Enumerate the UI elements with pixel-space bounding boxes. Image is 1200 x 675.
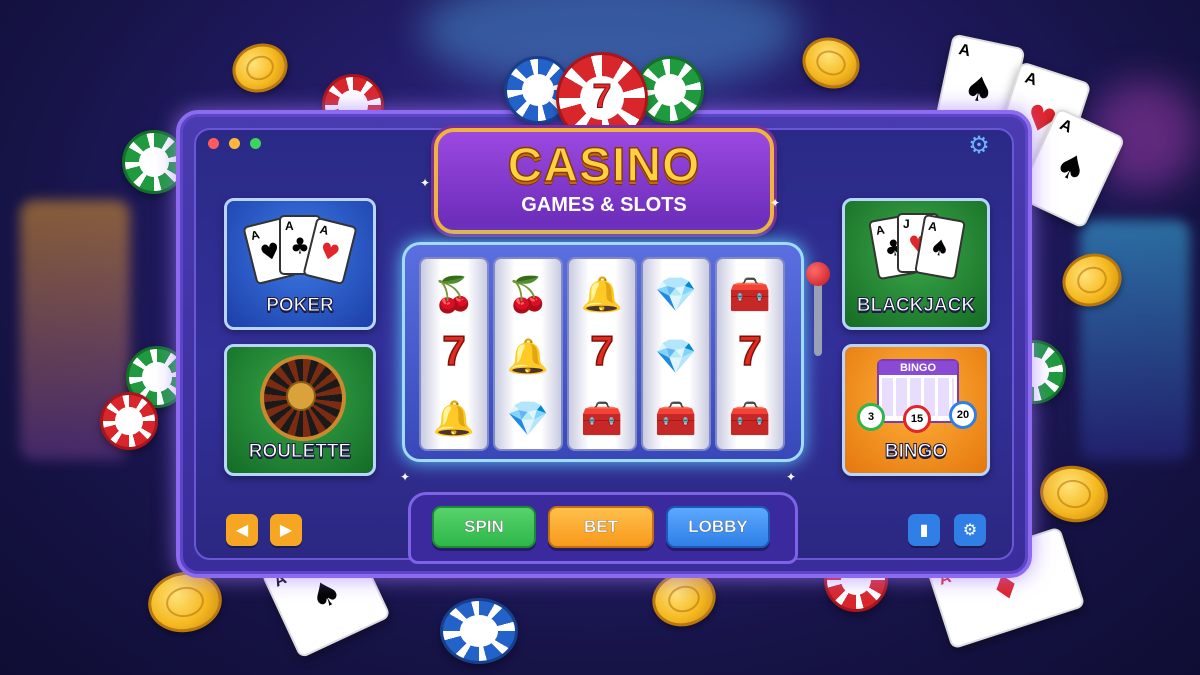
slot-reel: 🍒 7 🔔 (419, 257, 489, 451)
spin-button[interactable]: SPIN (432, 506, 536, 548)
diamond-icon: 💎 (654, 337, 698, 377)
seven-icon: 7 (738, 326, 763, 375)
lever-knob[interactable] (806, 262, 830, 286)
slot-reel: 🍒 🔔 💎 (493, 257, 563, 451)
slot-reel: 🧰 7 🧰 (715, 257, 785, 451)
bell-icon: 🔔 (432, 399, 476, 439)
maximize-dot[interactable] (250, 138, 261, 149)
bingo-ball: 3 (857, 403, 885, 431)
chest-icon: 🧰 (580, 399, 624, 439)
bingo-ball: 20 (949, 401, 977, 429)
tile-blackjack[interactable]: A♣ J♥ A♠ BLACKJACK (842, 198, 990, 330)
sparkle-icon: ✦ (786, 470, 797, 484)
red-poker-chip (100, 392, 158, 450)
bingo-ball: 15 (903, 405, 931, 433)
diamond-icon: 💎 (654, 275, 698, 315)
gold-coin (1035, 460, 1113, 528)
minimize-dot[interactable] (229, 138, 240, 149)
playing-card: A ♠ (914, 213, 966, 281)
gear-icon[interactable]: ⚙ (966, 132, 992, 158)
casino-logo: CASINO GAMES & SLOTS (434, 128, 774, 234)
seven-label: 7 (592, 77, 612, 116)
seven-icon: 7 (442, 326, 467, 375)
chevron-left-icon[interactable]: ◀ (226, 514, 258, 546)
bet-button[interactable]: BET (548, 506, 654, 548)
tile-label: POKER (266, 295, 335, 317)
gear-icon[interactable]: ⚙ (954, 514, 986, 546)
slot-reel: 🔔 7 🧰 (567, 257, 637, 451)
tile-label: ROULETTE (248, 441, 352, 463)
page-title: CASINO (507, 138, 701, 193)
bell-icon: 🔔 (506, 337, 550, 377)
tile-roulette[interactable]: ROULETTE (224, 344, 376, 476)
sparkle-icon: ✦ (400, 470, 411, 484)
chest-icon: 🧰 (654, 399, 698, 439)
gold-coin (225, 35, 295, 101)
close-dot[interactable] (208, 138, 219, 149)
blue-poker-chip (440, 598, 518, 664)
gold-coin (795, 29, 867, 97)
chevron-right-icon[interactable]: ▶ (270, 514, 302, 546)
cherry-icon: 🍒 (506, 275, 550, 315)
tile-label: BINGO (884, 441, 948, 463)
bar-chart-icon[interactable]: ▮ (908, 514, 940, 546)
bell-icon: 🔔 (580, 275, 624, 315)
sparkle-icon: ✦ (770, 196, 781, 210)
slot-machine-reels: 🍒 7 🔔 🍒 🔔 💎 🔔 7 🧰 💎 💎 🧰 🧰 7 🧰 (402, 242, 804, 462)
cherry-icon: 🍒 (432, 275, 476, 315)
slot-reel: 💎 💎 🧰 (641, 257, 711, 451)
chest-icon: 🧰 (728, 399, 772, 439)
tile-bingo[interactable]: BINGO 3 15 20 BINGO (842, 344, 990, 476)
roulette-wheel-icon (260, 355, 346, 441)
chest-icon: 🧰 (728, 275, 772, 315)
slot-lever[interactable] (814, 276, 822, 356)
sparkle-icon: ✦ (420, 176, 431, 190)
tile-poker[interactable]: A ♥ A ♣ A ♥ POKER (224, 198, 376, 330)
seven-icon: 7 (590, 326, 615, 375)
window-controls (208, 138, 261, 149)
lobby-button[interactable]: LOBBY (666, 506, 770, 548)
tile-label: BLACKJACK (856, 295, 976, 317)
page-subtitle: GAMES & SLOTS (521, 194, 687, 216)
diamond-icon: 💎 (506, 399, 550, 439)
